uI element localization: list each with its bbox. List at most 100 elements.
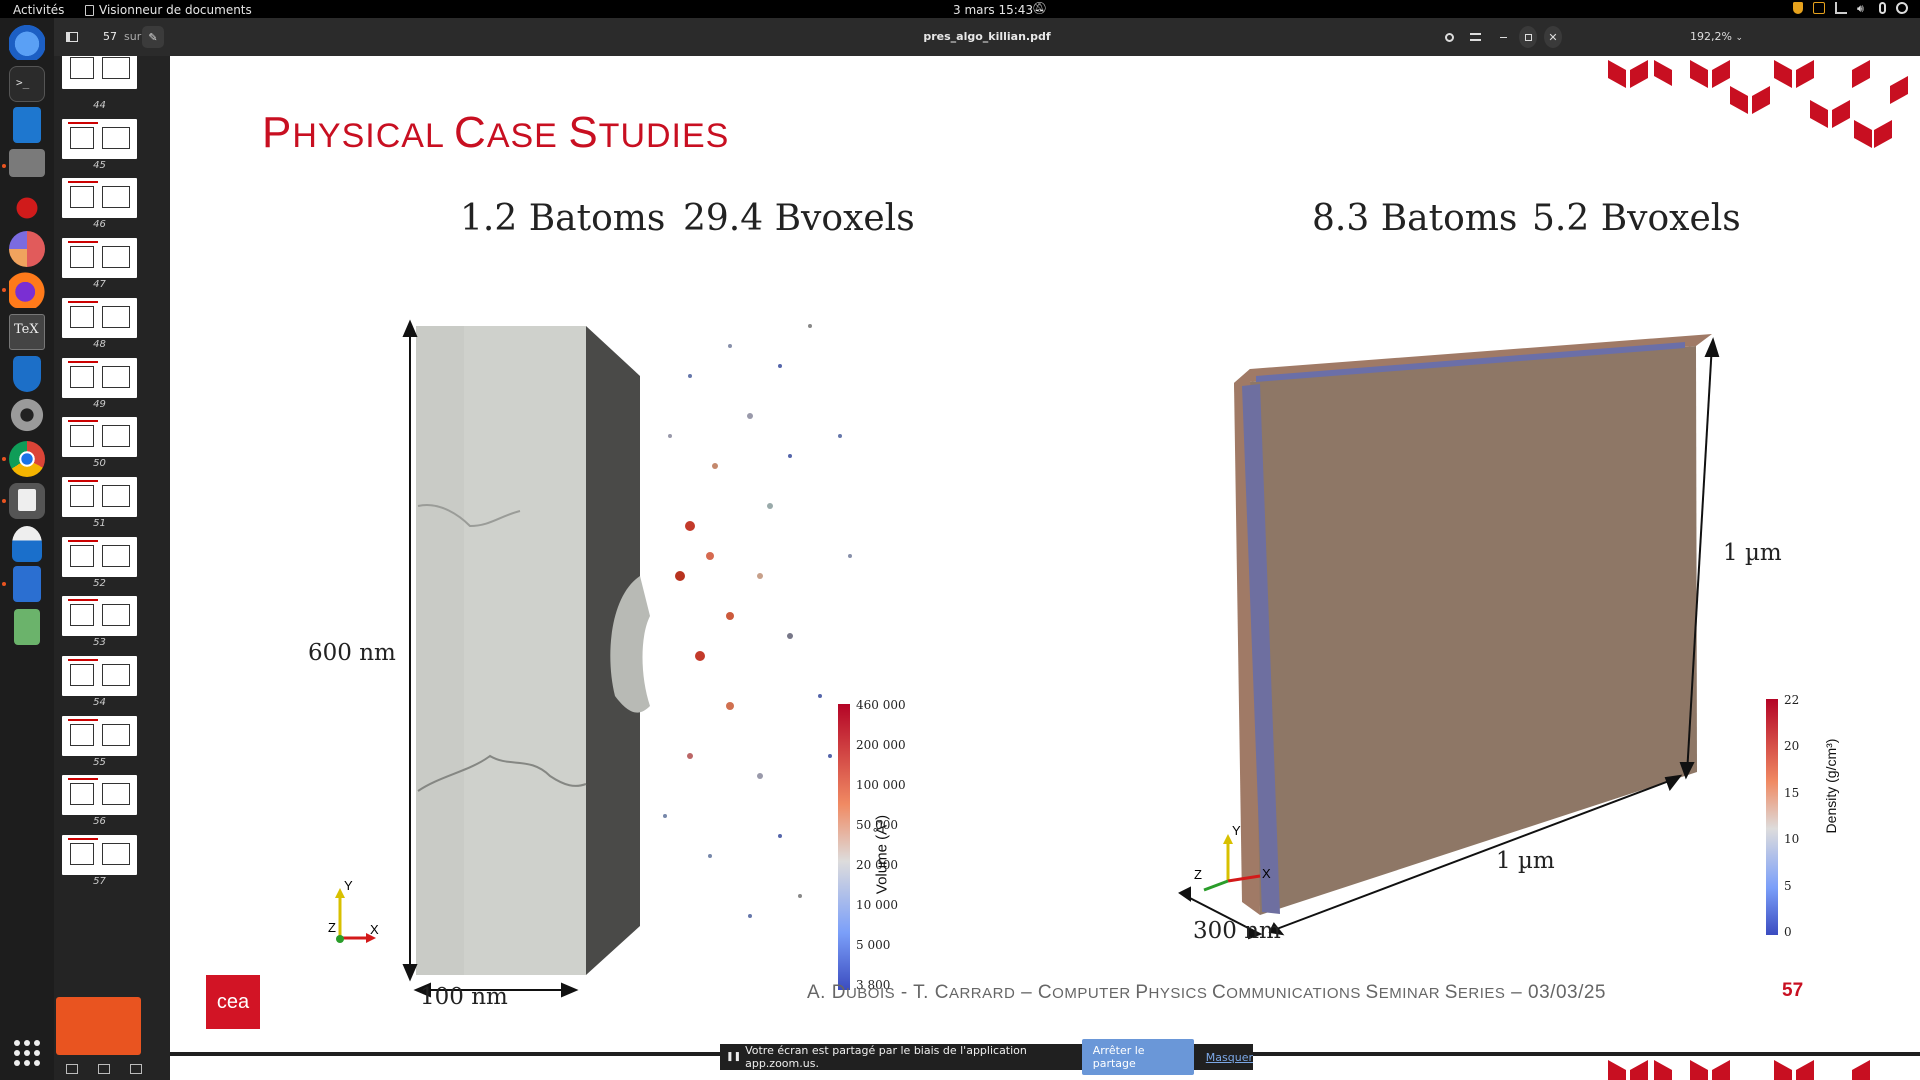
thumbnail-sidebar: 44 45 46 47 48 49 50 51 52 53 54 55 56 57 xyxy=(54,56,170,1080)
page-thumbnail[interactable] xyxy=(62,476,137,517)
focused-app-menu[interactable]: Visionneur de documents xyxy=(85,3,252,17)
smallcaps-rest: UBOIS xyxy=(845,985,896,1002)
smallcaps-initial: - T. C xyxy=(895,982,949,1003)
right-axis-y-label: Y xyxy=(1232,823,1241,838)
right-axis-x-label: X xyxy=(1262,866,1271,881)
thumbnail-title-bar xyxy=(68,539,98,542)
smallcaps-rest: ASE xyxy=(486,117,569,155)
minimize-button[interactable] xyxy=(1494,26,1512,48)
pie-app-icon[interactable] xyxy=(9,231,45,267)
page-thumbnail[interactable] xyxy=(62,238,137,279)
zoom-value: 192,2% xyxy=(1690,30,1732,43)
page-thumbnail[interactable] xyxy=(62,536,137,577)
hide-banner-link[interactable]: Masquer xyxy=(1206,1051,1253,1064)
page-thumbnail[interactable] xyxy=(62,178,137,219)
thumbnail-page-number: 48 xyxy=(93,338,106,350)
minimize-icon xyxy=(1499,36,1507,38)
network-icon xyxy=(1835,2,1847,14)
thumbnails-mode-icon[interactable] xyxy=(66,1064,78,1074)
annotations-mode-icon[interactable] xyxy=(130,1064,142,1074)
thumbnail-page-number: 45 xyxy=(93,159,106,171)
page-thumbnail[interactable] xyxy=(62,715,137,756)
application-dock: >_ TeX xyxy=(0,18,54,1080)
thumbnail-page-number: 51 xyxy=(93,517,106,529)
thumbnail-figure xyxy=(70,186,94,209)
thumbnail-figure xyxy=(70,783,94,806)
search-button[interactable] xyxy=(1438,26,1460,48)
right-atom-count: 8.3 Batoms xyxy=(1312,198,1518,239)
smallcaps-initial: C xyxy=(454,108,487,157)
colorbar-tick-label: 5 xyxy=(1784,878,1792,893)
page-thumbnail[interactable] xyxy=(62,775,137,816)
right-axis-z-label: Z xyxy=(1194,867,1202,882)
page-thumbnail[interactable] xyxy=(62,417,137,458)
chrome-icon[interactable] xyxy=(9,441,45,477)
notifications-muted-icon: 🔕︎ xyxy=(1032,1,1048,15)
right-depth-label: 300 nm xyxy=(1193,918,1281,944)
thunderbird-icon[interactable] xyxy=(9,24,45,60)
smallcaps-rest: HYSICAL xyxy=(292,117,455,155)
thumbnail-figure xyxy=(102,843,130,866)
maximize-button[interactable] xyxy=(1519,26,1537,48)
close-button[interactable]: ✕ xyxy=(1544,26,1562,48)
menu-button[interactable] xyxy=(1464,26,1486,48)
page-thumbnail[interactable] xyxy=(62,835,137,876)
show-applications-icon[interactable] xyxy=(14,1040,40,1066)
power-icon xyxy=(1896,2,1908,14)
document-viewer-icon xyxy=(85,4,94,16)
thumbnail-figure xyxy=(70,305,94,328)
left-axis-z-label: Z xyxy=(328,920,336,935)
trash-icon[interactable] xyxy=(14,609,40,645)
thumbnail-page-number: 46 xyxy=(93,219,106,231)
colorbar-tick-label: 22 xyxy=(1784,693,1800,707)
smallcaps-initial: S xyxy=(1365,982,1379,1003)
clock[interactable]: 3 mars 15:43 xyxy=(953,3,1033,17)
slide-footer: A. DUBOIS - T. CARRARD – COMPUTER PHYSIC… xyxy=(807,982,1606,1004)
right-length-label: 1 µm xyxy=(1496,848,1555,874)
system-tray[interactable]: 🔊︎ xyxy=(1793,2,1908,15)
stop-sharing-button[interactable]: Arrêter le partage xyxy=(1081,1039,1194,1075)
smallcaps-rest: ARRARD xyxy=(948,985,1016,1002)
smallcaps-initial: A. D xyxy=(807,982,846,1003)
document-title: pres_algo_killian.pdf xyxy=(923,30,1051,43)
writer-icon[interactable] xyxy=(13,107,41,143)
copper-slab-render xyxy=(416,326,650,975)
text-editor-icon[interactable] xyxy=(13,566,41,602)
terminal-icon[interactable]: >_ xyxy=(9,66,45,102)
document-viewer-window: 57 sur 68 ✎ pres_algo_killian.pdf 192,2%… xyxy=(54,18,1920,1080)
thumbnail-figure xyxy=(70,425,94,448)
thumbnail-title-bar xyxy=(68,121,98,124)
thumbnail-figure xyxy=(70,246,94,269)
smallcaps-rest: HYSICS xyxy=(1148,985,1213,1002)
zoom-level-dropdown[interactable]: 192,2% ⌄ xyxy=(1690,30,1743,43)
chrome-running-dot xyxy=(2,457,6,461)
shield-icon xyxy=(1793,2,1803,14)
thumbnail-figure xyxy=(102,126,130,149)
document-viewer-dock-icon[interactable] xyxy=(9,483,45,519)
thumbnail-figure xyxy=(102,246,130,269)
smallcaps-rest: TUDIES xyxy=(598,117,730,155)
page-thumbnail[interactable] xyxy=(62,56,137,89)
page-thumbnail[interactable] xyxy=(62,596,137,637)
document-viewer-running-dot xyxy=(2,499,6,503)
void-particle-cloud xyxy=(663,324,852,918)
smallcaps-initial: P xyxy=(262,108,293,157)
thumbnail-page-number: 52 xyxy=(93,577,106,589)
page-thumbnail[interactable] xyxy=(62,118,137,159)
page-thumbnail[interactable] xyxy=(62,656,137,696)
thumbnail-figure xyxy=(102,604,130,627)
activities-button[interactable]: Activités xyxy=(13,3,64,17)
firefox-icon[interactable] xyxy=(9,272,45,308)
app-red-icon[interactable] xyxy=(9,190,45,226)
inkscape-icon[interactable] xyxy=(12,526,42,562)
settings-gear-icon[interactable] xyxy=(9,397,45,433)
texmaker-icon[interactable]: TeX xyxy=(9,314,45,350)
files-icon[interactable] xyxy=(9,149,45,177)
left-atom-count: 1.2 Batoms xyxy=(460,198,666,239)
shield-app-icon[interactable] xyxy=(13,356,41,392)
page-thumbnail[interactable] xyxy=(62,357,137,398)
colorbar-tick-label: 15 xyxy=(1784,785,1800,800)
files-running-dot xyxy=(2,164,6,168)
outline-mode-icon[interactable] xyxy=(98,1064,110,1074)
page-thumbnail[interactable] xyxy=(62,297,137,338)
